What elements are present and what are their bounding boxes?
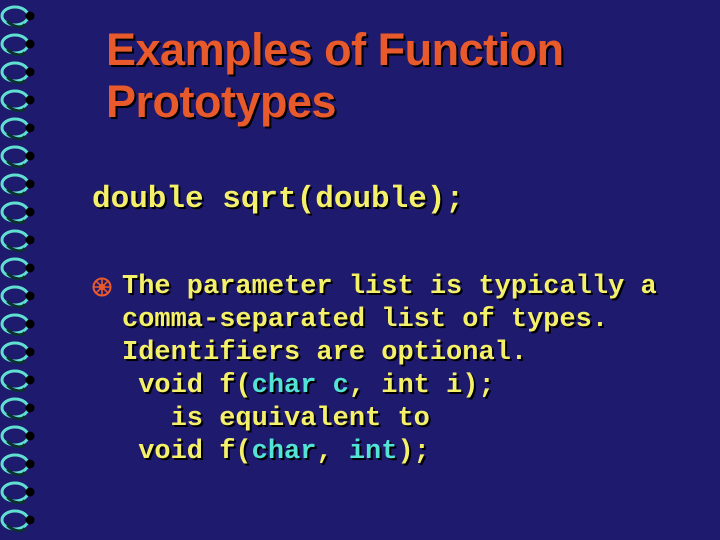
spiral-ring xyxy=(0,172,38,196)
spiral-ring xyxy=(0,116,38,140)
slide-title: Examples of Function Prototypes xyxy=(106,24,702,128)
spiral-ring xyxy=(0,340,38,364)
spiral-ring xyxy=(0,228,38,252)
line-6e: ); xyxy=(397,437,429,467)
spiral-ring xyxy=(0,396,38,420)
spiral-ring xyxy=(0,480,38,504)
line-5: is equivalent to xyxy=(122,404,430,434)
line-6d: int xyxy=(349,437,398,467)
spiral-ring xyxy=(0,312,38,336)
bullet-block: The parameter list is typically a comma-… xyxy=(92,271,702,469)
spiral-ring xyxy=(0,88,38,112)
spiral-binding: (function(){ const sp = document.current… xyxy=(0,0,42,540)
line-4a: void f( xyxy=(122,371,252,401)
line-2: comma-separated list of types. xyxy=(122,305,608,335)
spiral-ring xyxy=(0,452,38,476)
spiral-ring xyxy=(0,200,38,224)
spiral-ring xyxy=(0,4,38,28)
line-6b: char xyxy=(252,437,317,467)
bullet-icon xyxy=(92,277,112,297)
spiral-ring xyxy=(0,144,38,168)
line-1: The parameter list is typically a xyxy=(122,272,657,302)
line-4c: , int i); xyxy=(349,371,495,401)
line-6a: void f( xyxy=(122,437,252,467)
line-3: Identifiers are optional. xyxy=(122,338,527,368)
prototype-example: double sqrt(double); xyxy=(92,182,702,217)
spiral-ring xyxy=(0,32,38,56)
spiral-ring xyxy=(0,284,38,308)
line-6c: , xyxy=(316,437,348,467)
line-4b: char c xyxy=(252,371,349,401)
spiral-ring xyxy=(0,508,38,532)
spiral-ring xyxy=(0,60,38,84)
spiral-ring xyxy=(0,256,38,280)
slide-content: Examples of Function Prototypes double s… xyxy=(58,0,702,540)
bullet-text: The parameter list is typically a comma-… xyxy=(122,271,702,469)
spiral-ring xyxy=(0,424,38,448)
spiral-ring xyxy=(0,368,38,392)
